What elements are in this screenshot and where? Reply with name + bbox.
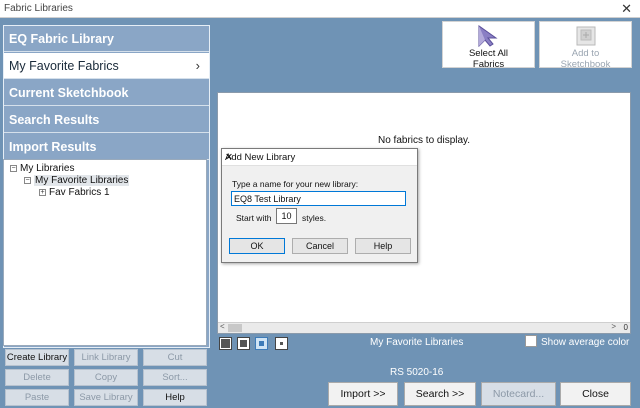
library-tree: − My Libraries − My Favorite Libraries + Fa… [3,159,207,346]
nav-current-sketchbook[interactable]: Current Sketchbook [4,80,209,106]
library-name-input[interactable] [231,191,406,206]
nav-eq-fabric-library[interactable]: EQ Fabric Library [4,26,209,52]
empty-message: No fabrics to display. [378,135,471,146]
nav-import-results[interactable]: Import Results [4,134,209,160]
nav-search-results[interactable]: Search Results [4,107,209,133]
tree-node-my-favorite-libraries[interactable]: − My Favorite Libraries [24,175,130,186]
start-with-label: Start with [236,213,272,223]
nav-item-label: My Favorite Fabrics [9,59,119,73]
ok-button[interactable]: OK [229,238,285,254]
cut-button[interactable]: Cut [143,349,207,366]
copy-button[interactable]: Copy [74,369,138,386]
link-library-button[interactable]: Link Library [74,349,138,366]
sort-button[interactable]: Sort... [143,369,207,386]
search-button[interactable]: Search >> [404,382,476,406]
add-to-label-line2: Sketchbook [560,59,611,70]
delete-button[interactable]: Delete [5,369,69,386]
medium-square-icon [240,340,247,347]
scroll-left-icon[interactable]: < [220,322,225,331]
expand-icon[interactable]: + [39,188,46,196]
tree-node-label: My Favorite Libraries [34,175,130,186]
nav-item-label: EQ Fabric Library [9,32,114,46]
chevron-right-icon: › [195,58,200,73]
nav-item-label: Current Sketchbook [9,86,129,100]
dialog-close-icon[interactable]: ✕ [225,152,410,163]
tree-node-label: My Libraries [20,163,75,174]
thumb-size-medium-button[interactable] [237,337,250,350]
tiny-square-icon [280,342,283,345]
cursor-select-icon [478,25,498,47]
tree-node-my-libraries[interactable]: − My Libraries [10,163,74,174]
thumb-size-small-button[interactable] [255,337,268,350]
thumb-size-large-button[interactable] [219,337,232,350]
scroll-right-icon[interactable]: > [611,322,616,331]
status-code: RS 5020-16 [390,367,444,378]
nav-my-favorite-fabrics[interactable]: My Favorite Fabrics › [4,53,209,79]
dialog-titlebar: Add New Library ✕ [222,149,417,166]
horizontal-scrollbar[interactable]: < > 0 [218,322,630,333]
paste-button[interactable]: Paste [5,389,69,406]
dialog-help-button[interactable]: Help [355,238,411,254]
tree-node-fav-fabrics-1[interactable]: + Fav Fabrics 1 [39,187,110,198]
nav-item-label: Import Results [9,140,97,154]
notecard-button[interactable]: Notecard... [481,382,556,406]
select-all-fabrics-button[interactable]: Select All Fabrics [442,21,535,70]
collapse-icon[interactable]: − [24,176,31,184]
start-with-input[interactable]: 10 [276,208,297,224]
current-library-label: My Favorite Libraries [370,337,464,348]
tree-node-label: Fav Fabrics 1 [49,187,110,198]
help-button[interactable]: Help [143,389,207,406]
add-to-sketchbook-button[interactable]: Add to Sketchbook [539,21,632,70]
select-all-label-line2: Fabrics [472,59,505,70]
create-library-button[interactable]: Create Library [5,349,69,366]
scroll-thumb[interactable] [228,324,242,332]
styles-label: styles. [302,213,327,223]
window-title: Fabric Libraries [4,3,73,14]
show-average-color-label: Show average color [541,337,630,348]
close-button[interactable]: Close [560,382,631,406]
small-square-icon [259,341,264,346]
window-titlebar: Fabric Libraries ✕ [0,0,640,18]
thumb-size-tiny-button[interactable] [275,337,288,350]
add-to-label-line1: Add to [571,48,600,59]
import-button[interactable]: Import >> [328,382,398,406]
save-library-button[interactable]: Save Library [74,389,138,406]
show-average-color-checkbox[interactable] [525,335,537,347]
large-square-icon [221,339,230,348]
select-all-label-line1: Select All [468,48,509,59]
cancel-button[interactable]: Cancel [292,238,348,254]
add-new-library-dialog: Add New Library ✕ Type a name for your n… [221,148,418,263]
dialog-prompt: Type a name for your new library: [232,179,359,189]
scroll-count: 0 [623,323,628,332]
add-to-sketchbook-icon [576,26,596,46]
collapse-icon[interactable]: − [10,164,17,172]
nav-item-label: Search Results [9,113,100,127]
window-close-icon[interactable]: ✕ [621,1,632,17]
